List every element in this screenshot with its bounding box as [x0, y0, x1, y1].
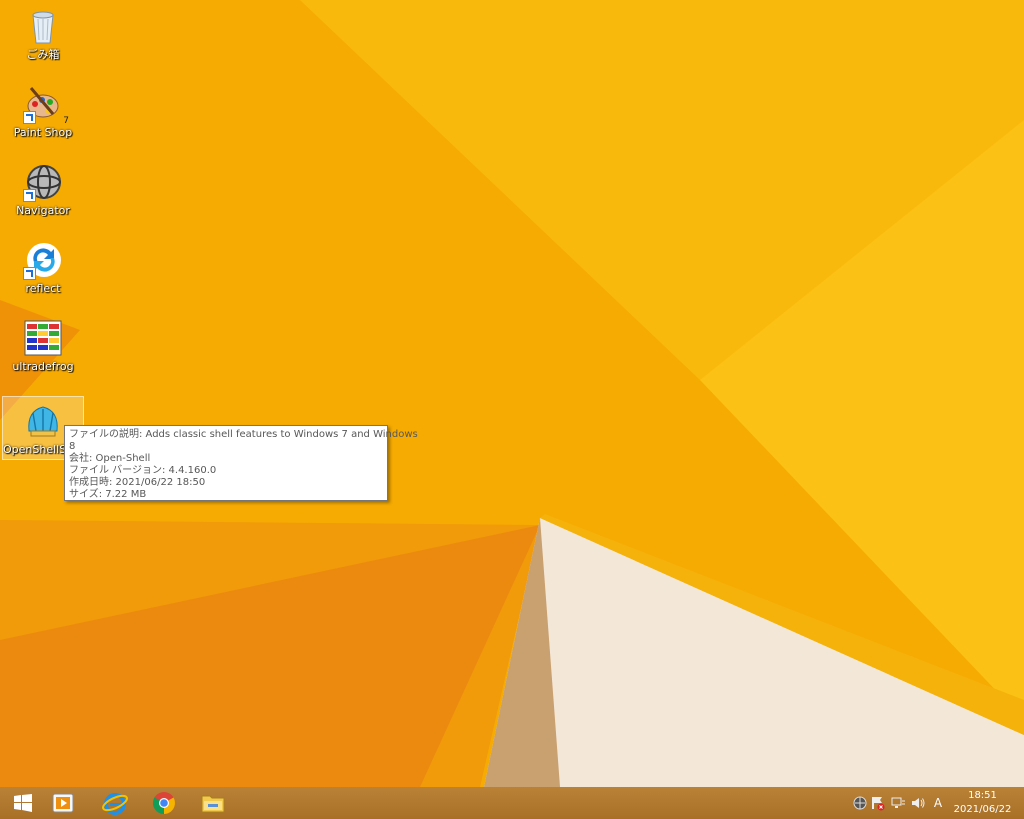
taskbar-file-explorer-button[interactable] [190, 787, 236, 819]
shortcut-arrow-icon [23, 111, 36, 124]
navigator-icon [23, 162, 63, 202]
internet-explorer-icon [102, 793, 128, 815]
file-explorer-icon [201, 795, 225, 813]
chrome-icon [153, 792, 175, 814]
taskbar-media-player-button[interactable] [40, 787, 86, 819]
desktop-wallpaper [0, 0, 1024, 787]
file-info-tooltip: ファイルの説明: Adds classic shell features to … [64, 425, 418, 501]
desktop-icon-label: reflect [25, 282, 61, 295]
ime-indicator[interactable]: A [930, 795, 946, 811]
tooltip-description-line: ファイルの説明: Adds classic shell features to … [69, 429, 418, 440]
tooltip-file-version: ファイル バージョン: 4.4.160.0 [69, 465, 217, 476]
taskbar-chrome-button[interactable] [141, 787, 187, 819]
desktop-icon-navigator[interactable]: Navigator [2, 158, 84, 228]
reflect-icon [23, 240, 63, 280]
start-icon [14, 794, 32, 812]
tooltip-size: サイズ: 7.22 MB [69, 489, 147, 500]
ultradefrog-icon [23, 318, 63, 358]
taskbar: A 18:51 2021/06/22 [0, 787, 1024, 819]
desktop-icon-label: Paint Shop [13, 126, 73, 139]
clock-time: 18:51 [968, 790, 997, 801]
tray-volume-icon[interactable] [910, 795, 926, 811]
version-badge: 7 [63, 116, 69, 126]
tooltip-created-date: 作成日時: 2021/06/22 18:50 [69, 477, 206, 488]
windows-media-player-icon [52, 793, 74, 813]
desktop-icon-paint-shop[interactable]: 7 Paint Shop [2, 80, 84, 150]
desktop-icon-area: ごみ箱 7 Paint Shop Navigator reflect ultra… [0, 0, 90, 480]
recycle-bin-icon [23, 6, 63, 46]
desktop-icon-reflect[interactable]: reflect [2, 236, 84, 306]
shortcut-arrow-icon [23, 189, 36, 202]
desktop-icon-recycle-bin[interactable]: ごみ箱 [2, 2, 84, 72]
tooltip-company: 会社: Open-Shell [69, 453, 151, 464]
shortcut-arrow-icon [23, 267, 36, 280]
desktop-icon-label: Navigator [16, 204, 70, 217]
desktop-icon-label: ultradefrog [12, 360, 74, 373]
tray-action-center-icon[interactable] [870, 795, 886, 811]
clock-date: 2021/06/22 [953, 804, 1012, 815]
tray-network-icon[interactable] [852, 795, 868, 811]
paint-shop-icon: 7 [23, 84, 69, 126]
desktop-icon-ultradefrog[interactable]: ultradefrog [2, 314, 84, 384]
desktop-icon-label: ごみ箱 [26, 48, 60, 61]
taskbar-internet-explorer-button[interactable] [92, 787, 138, 819]
open-shell-icon [23, 401, 63, 441]
taskbar-clock[interactable]: 18:51 2021/06/22 [945, 789, 1020, 817]
tray-network-status-icon[interactable] [890, 795, 906, 811]
tooltip-description-continuation: 8 [69, 441, 76, 452]
